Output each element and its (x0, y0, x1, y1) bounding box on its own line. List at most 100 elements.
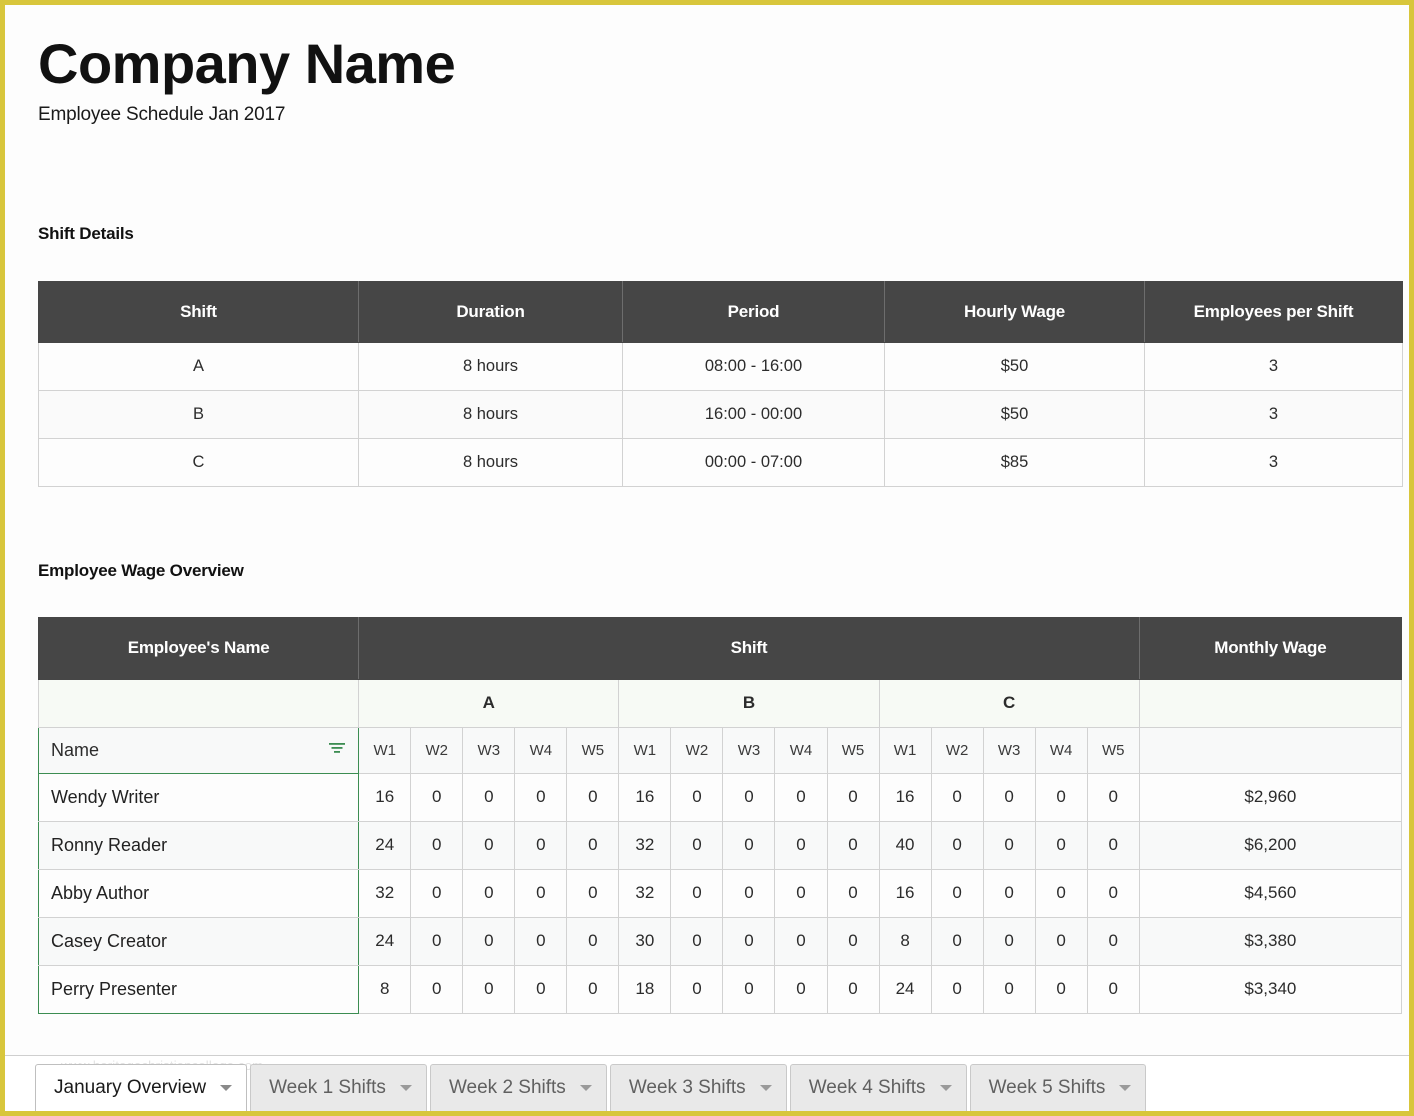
cell-a-w2[interactable]: 0 (410, 820, 464, 870)
cell-a-w4[interactable]: 0 (514, 820, 568, 870)
cell-b-w5[interactable]: 0 (826, 868, 880, 918)
cell-hourly-wage[interactable]: $50 (884, 341, 1145, 391)
cell-period[interactable]: 08:00 - 16:00 (622, 341, 885, 391)
cell-c-w5[interactable]: 0 (1086, 820, 1140, 870)
cell-duration[interactable]: 8 hours (358, 341, 623, 391)
cell-c-w3[interactable]: 0 (982, 868, 1036, 918)
cell-employees-per-shift[interactable]: 3 (1144, 437, 1403, 487)
table-row[interactable]: C 8 hours 00:00 - 07:00 $85 3 (38, 437, 1403, 487)
cell-c-w2[interactable]: 0 (930, 868, 984, 918)
cell-employee-name[interactable]: Ronny Reader (37, 820, 360, 870)
cell-b-w2[interactable]: 0 (670, 868, 724, 918)
cell-a-w3[interactable]: 0 (462, 916, 516, 966)
cell-a-w3[interactable]: 0 (462, 868, 516, 918)
cell-employee-name[interactable]: Abby Author (37, 868, 360, 918)
cell-b-w5[interactable]: 0 (826, 916, 880, 966)
cell-monthly-wage[interactable]: $6,200 (1138, 820, 1403, 870)
cell-monthly-wage[interactable]: $2,960 (1138, 772, 1403, 822)
cell-employee-name[interactable]: Wendy Writer (37, 772, 360, 822)
cell-a-w3[interactable]: 0 (462, 820, 516, 870)
cell-b-w3[interactable]: 0 (722, 916, 776, 966)
cell-shift[interactable]: A (38, 341, 359, 391)
cell-b-w2[interactable]: 0 (670, 964, 724, 1014)
cell-b-w4[interactable]: 0 (774, 964, 828, 1014)
cell-a-w4[interactable]: 0 (514, 916, 568, 966)
cell-c-w3[interactable]: 0 (982, 964, 1036, 1014)
cell-c-w2[interactable]: 0 (930, 772, 984, 822)
cell-a-w2[interactable]: 0 (410, 868, 464, 918)
table-row[interactable]: B 8 hours 16:00 - 00:00 $50 3 (38, 389, 1403, 439)
sheet-tab-january-overview[interactable]: January Overview (35, 1064, 248, 1111)
cell-c-w1[interactable]: 16 (878, 772, 932, 822)
cell-period[interactable]: 00:00 - 07:00 (622, 437, 885, 487)
table-row[interactable]: Ronny Reader 24 0 0 0 0 32 0 0 0 0 40 0 … (37, 820, 1403, 870)
cell-monthly-wage[interactable]: $3,340 (1138, 964, 1403, 1014)
cell-a-w2[interactable]: 0 (410, 772, 464, 822)
cell-period[interactable]: 16:00 - 00:00 (622, 389, 885, 439)
table-row[interactable]: Wendy Writer 16 0 0 0 0 16 0 0 0 0 16 0 … (37, 772, 1403, 822)
cell-c-w4[interactable]: 0 (1034, 964, 1088, 1014)
sheet-tab-week-5-shifts[interactable]: Week 5 Shifts (969, 1064, 1147, 1111)
cell-b-w2[interactable]: 0 (670, 820, 724, 870)
chevron-down-icon[interactable] (220, 1085, 233, 1091)
cell-c-w3[interactable]: 0 (982, 772, 1036, 822)
sheet-tab-week-1-shifts[interactable]: Week 1 Shifts (250, 1064, 427, 1111)
cell-c-w2[interactable]: 0 (930, 820, 984, 870)
cell-duration[interactable]: 8 hours (358, 437, 623, 487)
cell-b-w3[interactable]: 0 (722, 868, 776, 918)
chevron-down-icon[interactable] (939, 1085, 952, 1091)
cell-duration[interactable]: 8 hours (358, 389, 623, 439)
cell-a-w5[interactable]: 0 (566, 916, 620, 966)
cell-b-w3[interactable]: 0 (722, 772, 776, 822)
cell-b-w5[interactable]: 0 (826, 964, 880, 1014)
cell-b-w3[interactable]: 0 (722, 964, 776, 1014)
cell-c-w3[interactable]: 0 (982, 820, 1036, 870)
cell-b-w2[interactable]: 0 (670, 772, 724, 822)
cell-a-w3[interactable]: 0 (462, 772, 516, 822)
cell-c-w1[interactable]: 8 (878, 916, 932, 966)
cell-a-w5[interactable]: 0 (566, 964, 620, 1014)
cell-c-w2[interactable]: 0 (930, 916, 984, 966)
cell-b-w2[interactable]: 0 (670, 916, 724, 966)
cell-a-w3[interactable]: 0 (462, 964, 516, 1014)
cell-a-w5[interactable]: 0 (566, 868, 620, 918)
sheet-tab-week-2-shifts[interactable]: Week 2 Shifts (429, 1064, 607, 1111)
chevron-down-icon[interactable] (399, 1085, 412, 1091)
cell-a-w2[interactable]: 0 (410, 964, 464, 1014)
cell-b-w5[interactable]: 0 (826, 772, 880, 822)
cell-b-w1[interactable]: 30 (618, 916, 672, 966)
sheet-tab-week-4-shifts[interactable]: Week 4 Shifts (789, 1064, 967, 1111)
cell-a-w4[interactable]: 0 (514, 868, 568, 918)
cell-b-w1[interactable]: 32 (618, 820, 672, 870)
cell-employees-per-shift[interactable]: 3 (1144, 389, 1403, 439)
cell-shift[interactable]: C (38, 437, 359, 487)
cell-b-w4[interactable]: 0 (774, 820, 828, 870)
cell-b-w4[interactable]: 0 (774, 772, 828, 822)
table-row[interactable]: Perry Presenter 8 0 0 0 0 18 0 0 0 0 24 … (37, 964, 1403, 1014)
table-row[interactable]: Casey Creator 24 0 0 0 0 30 0 0 0 0 8 0 … (37, 916, 1403, 966)
cell-a-w2[interactable]: 0 (410, 916, 464, 966)
cell-monthly-wage[interactable]: $3,380 (1138, 916, 1403, 966)
cell-b-w3[interactable]: 0 (722, 820, 776, 870)
cell-c-w5[interactable]: 0 (1086, 916, 1140, 966)
cell-a-w1[interactable]: 8 (358, 964, 412, 1014)
cell-employees-per-shift[interactable]: 3 (1144, 341, 1403, 391)
cell-c-w4[interactable]: 0 (1034, 868, 1088, 918)
cell-c-w5[interactable]: 0 (1086, 772, 1140, 822)
filter-icon[interactable] (326, 740, 348, 761)
cell-b-w5[interactable]: 0 (826, 820, 880, 870)
cell-shift[interactable]: B (38, 389, 359, 439)
cell-c-w1[interactable]: 24 (878, 964, 932, 1014)
cell-b-w1[interactable]: 18 (618, 964, 672, 1014)
chevron-down-icon[interactable] (759, 1085, 772, 1091)
cell-a-w1[interactable]: 16 (358, 772, 412, 822)
cell-c-w1[interactable]: 40 (878, 820, 932, 870)
cell-b-w1[interactable]: 32 (618, 868, 672, 918)
name-filter-cell[interactable]: Name (37, 726, 360, 774)
cell-employee-name[interactable]: Casey Creator (37, 916, 360, 966)
cell-a-w4[interactable]: 0 (514, 964, 568, 1014)
table-row[interactable]: A 8 hours 08:00 - 16:00 $50 3 (38, 341, 1403, 391)
cell-c-w4[interactable]: 0 (1034, 772, 1088, 822)
cell-c-w4[interactable]: 0 (1034, 820, 1088, 870)
cell-c-w1[interactable]: 16 (878, 868, 932, 918)
